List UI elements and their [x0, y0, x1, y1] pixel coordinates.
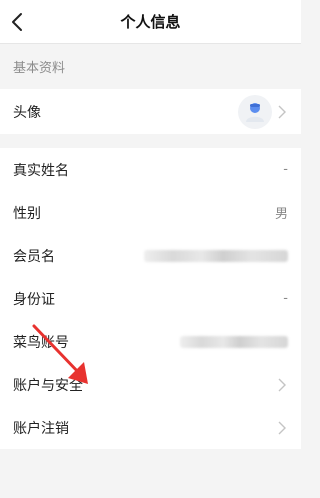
back-arrow-icon: [12, 13, 22, 31]
avatar-label: 头像: [13, 104, 41, 121]
member-name-value-redacted: [144, 249, 288, 262]
chevron-right-icon: [278, 378, 288, 392]
member-name-row[interactable]: 会员名: [0, 234, 301, 277]
account-security-label: 账户与安全: [13, 377, 83, 394]
info-list: 真实姓名 - 性别 男 会员名 身份证 - 菜鸟账号 账户与安全 账户注销: [0, 148, 301, 449]
nav-bar: 个人信息: [0, 0, 301, 44]
chevron-right-icon: [278, 105, 288, 119]
cainiao-account-label: 菜鸟账号: [13, 334, 69, 351]
gender-value: 男: [274, 207, 288, 222]
back-button[interactable]: [6, 10, 28, 34]
real-name-row[interactable]: 真实姓名 -: [0, 148, 301, 191]
gender-row[interactable]: 性别 男: [0, 191, 301, 234]
real-name-label: 真实姓名: [13, 162, 69, 179]
section-gap: [0, 134, 301, 148]
account-cancel-label: 账户注销: [13, 420, 69, 437]
avatar-row[interactable]: 头像: [0, 89, 301, 134]
chevron-right-icon: [278, 421, 288, 435]
id-card-value: -: [283, 291, 288, 306]
gender-label: 性别: [13, 205, 41, 222]
avatar-placeholder-icon: [246, 102, 264, 122]
page-title: 个人信息: [120, 13, 181, 31]
id-card-row[interactable]: 身份证 -: [0, 277, 301, 320]
member-name-label: 会员名: [13, 248, 55, 265]
cainiao-account-value-redacted: [180, 335, 288, 348]
section-title-basic: 基本资料: [0, 44, 301, 89]
real-name-value: -: [283, 162, 288, 177]
account-security-row[interactable]: 账户与安全: [0, 363, 301, 406]
cainiao-account-row[interactable]: 菜鸟账号: [0, 320, 301, 363]
avatar: [238, 94, 272, 129]
id-card-label: 身份证: [13, 291, 55, 308]
account-cancel-row[interactable]: 账户注销: [0, 406, 301, 449]
